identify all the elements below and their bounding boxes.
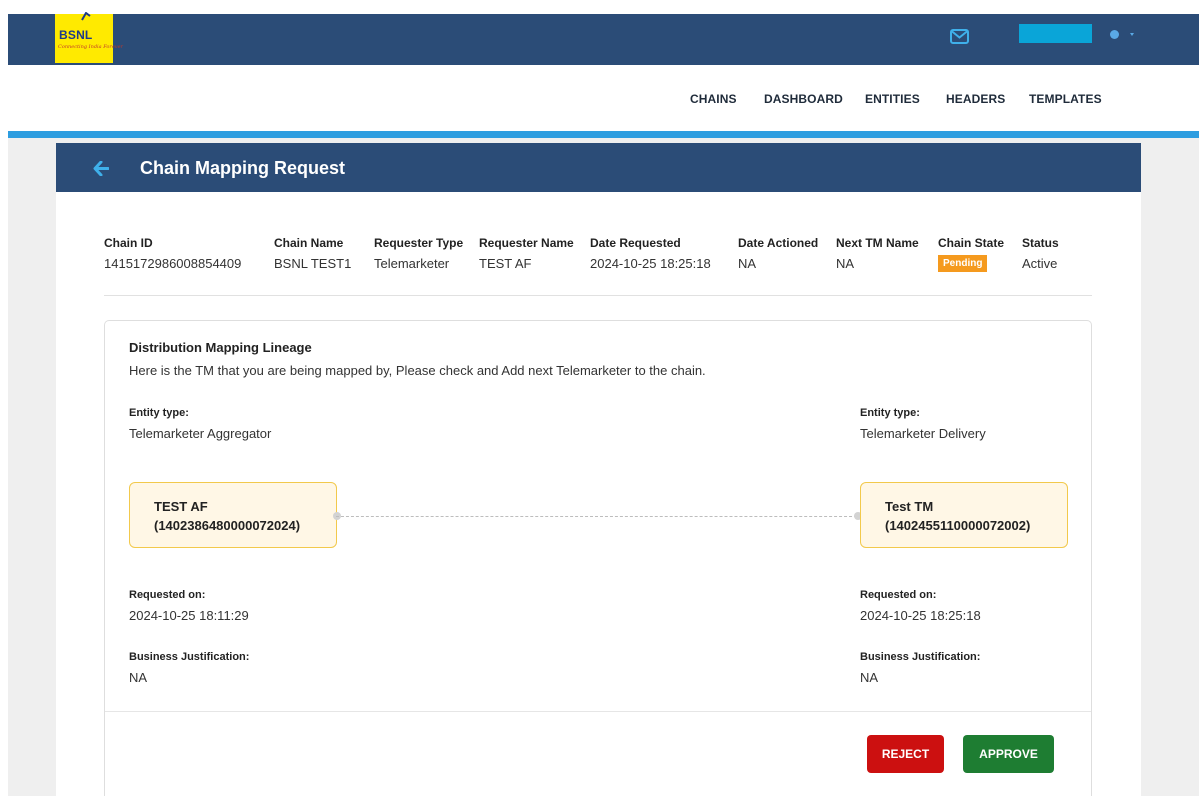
node-name: TEST AF [154, 499, 208, 514]
accent-divider [8, 131, 1199, 138]
right-entity-type: Telemarketer Delivery [860, 426, 986, 441]
field-value: NA [836, 256, 855, 271]
field-chain-name: Chain Name BSNL TEST1 [274, 235, 351, 272]
field-label: Chain ID [104, 236, 153, 250]
bsnl-logo[interactable]: BSNL Connecting India Forever [55, 12, 123, 63]
field-value: TEST AF [479, 256, 532, 271]
field-label: Status [1022, 236, 1059, 250]
field-requester-name: Requester Name TEST AF [479, 235, 574, 272]
right-entity-type-label: Entity type: [860, 407, 920, 419]
field-label: Date Actioned [738, 236, 819, 250]
nav-headers[interactable]: HEADERS [946, 92, 1005, 108]
right-requested-on: 2024-10-25 18:25:18 [860, 608, 981, 623]
node-name: Test TM [885, 499, 934, 514]
actions-divider [105, 711, 1091, 712]
logo-tagline: Connecting India Forever [58, 44, 123, 50]
mail-icon[interactable] [950, 29, 969, 44]
left-tm-node[interactable]: TEST AF (1402386480000072024) [129, 482, 337, 548]
field-value: NA [738, 256, 757, 271]
nav-entities[interactable]: ENTITIES [865, 92, 920, 108]
lineage-title: Distribution Mapping Lineage [129, 340, 312, 355]
field-date-requested: Date Requested 2024-10-25 18:25:18 [590, 235, 711, 272]
logo-text: BSNL [59, 28, 93, 42]
field-next-tm-name: Next TM Name NA [836, 235, 919, 272]
field-value: BSNL TEST1 [274, 256, 352, 271]
field-status: Status Active [1022, 235, 1059, 272]
status-badge: Pending [938, 255, 988, 272]
user-name-chip[interactable] [1019, 24, 1092, 43]
arrow-left-icon[interactable] [93, 161, 109, 176]
field-label: Chain Name [274, 236, 344, 250]
field-chain-id: Chain ID 1415172986008854409 [104, 235, 241, 272]
divider [104, 295, 1092, 296]
chevron-down-icon[interactable] [1130, 33, 1134, 36]
field-label: Chain State [938, 236, 1005, 250]
node-id: (1402386480000072024) [154, 518, 301, 533]
nav-dashboard[interactable]: DASHBOARD [764, 92, 843, 108]
right-justification: NA [860, 670, 879, 685]
lineage-connector [336, 516, 857, 517]
field-value: Telemarketer [374, 256, 450, 271]
field-requester-type: Requester Type Telemarketer [374, 235, 463, 272]
left-requested-on: 2024-10-25 18:11:29 [129, 608, 249, 623]
page-title: Chain Mapping Request [140, 158, 346, 178]
lineage-description: Here is the TM that you are being mapped… [129, 363, 706, 378]
field-value: Active [1022, 256, 1058, 271]
field-value: 1415172986008854409 [104, 256, 242, 271]
right-justification-label: Business Justification: [860, 651, 981, 663]
field-label: Date Requested [590, 236, 681, 250]
top-header-bar: BSNL Connecting India Forever [8, 12, 1199, 65]
field-label: Next TM Name [836, 236, 919, 250]
field-value: 2024-10-25 18:25:18 [590, 256, 711, 271]
logo-emblem-icon [81, 12, 91, 21]
node-id: (1402455110000072002) [885, 518, 1031, 533]
left-entity-type: Telemarketer Aggregator [129, 426, 272, 441]
field-label: Requester Name [479, 236, 574, 250]
chain-mapping-card: Chain Mapping Request Chain ID 141517298… [56, 143, 1141, 796]
card-header: Chain Mapping Request [56, 143, 1141, 192]
left-justification: NA [129, 670, 148, 685]
left-entity-type-label: Entity type: [129, 407, 189, 419]
nav-chains[interactable]: CHAINS [690, 92, 737, 108]
right-tm-node[interactable]: Test TM (1402455110000072002) [860, 482, 1068, 548]
field-label: Requester Type [374, 236, 464, 250]
right-requested-label: Requested on: [860, 589, 937, 601]
distribution-lineage-panel: Distribution Mapping Lineage Here is the… [104, 320, 1092, 796]
field-date-actioned: Date Actioned NA [738, 235, 818, 272]
approve-button[interactable]: APPROVE [963, 735, 1054, 773]
left-requested-label: Requested on: [129, 589, 206, 601]
nav-templates[interactable]: TEMPLATES [1029, 92, 1102, 108]
left-justification-label: Business Justification: [129, 651, 250, 663]
reject-button[interactable]: REJECT [867, 735, 944, 773]
field-chain-state: Chain State Pending [938, 235, 1004, 272]
user-circle-icon[interactable] [1110, 30, 1119, 39]
